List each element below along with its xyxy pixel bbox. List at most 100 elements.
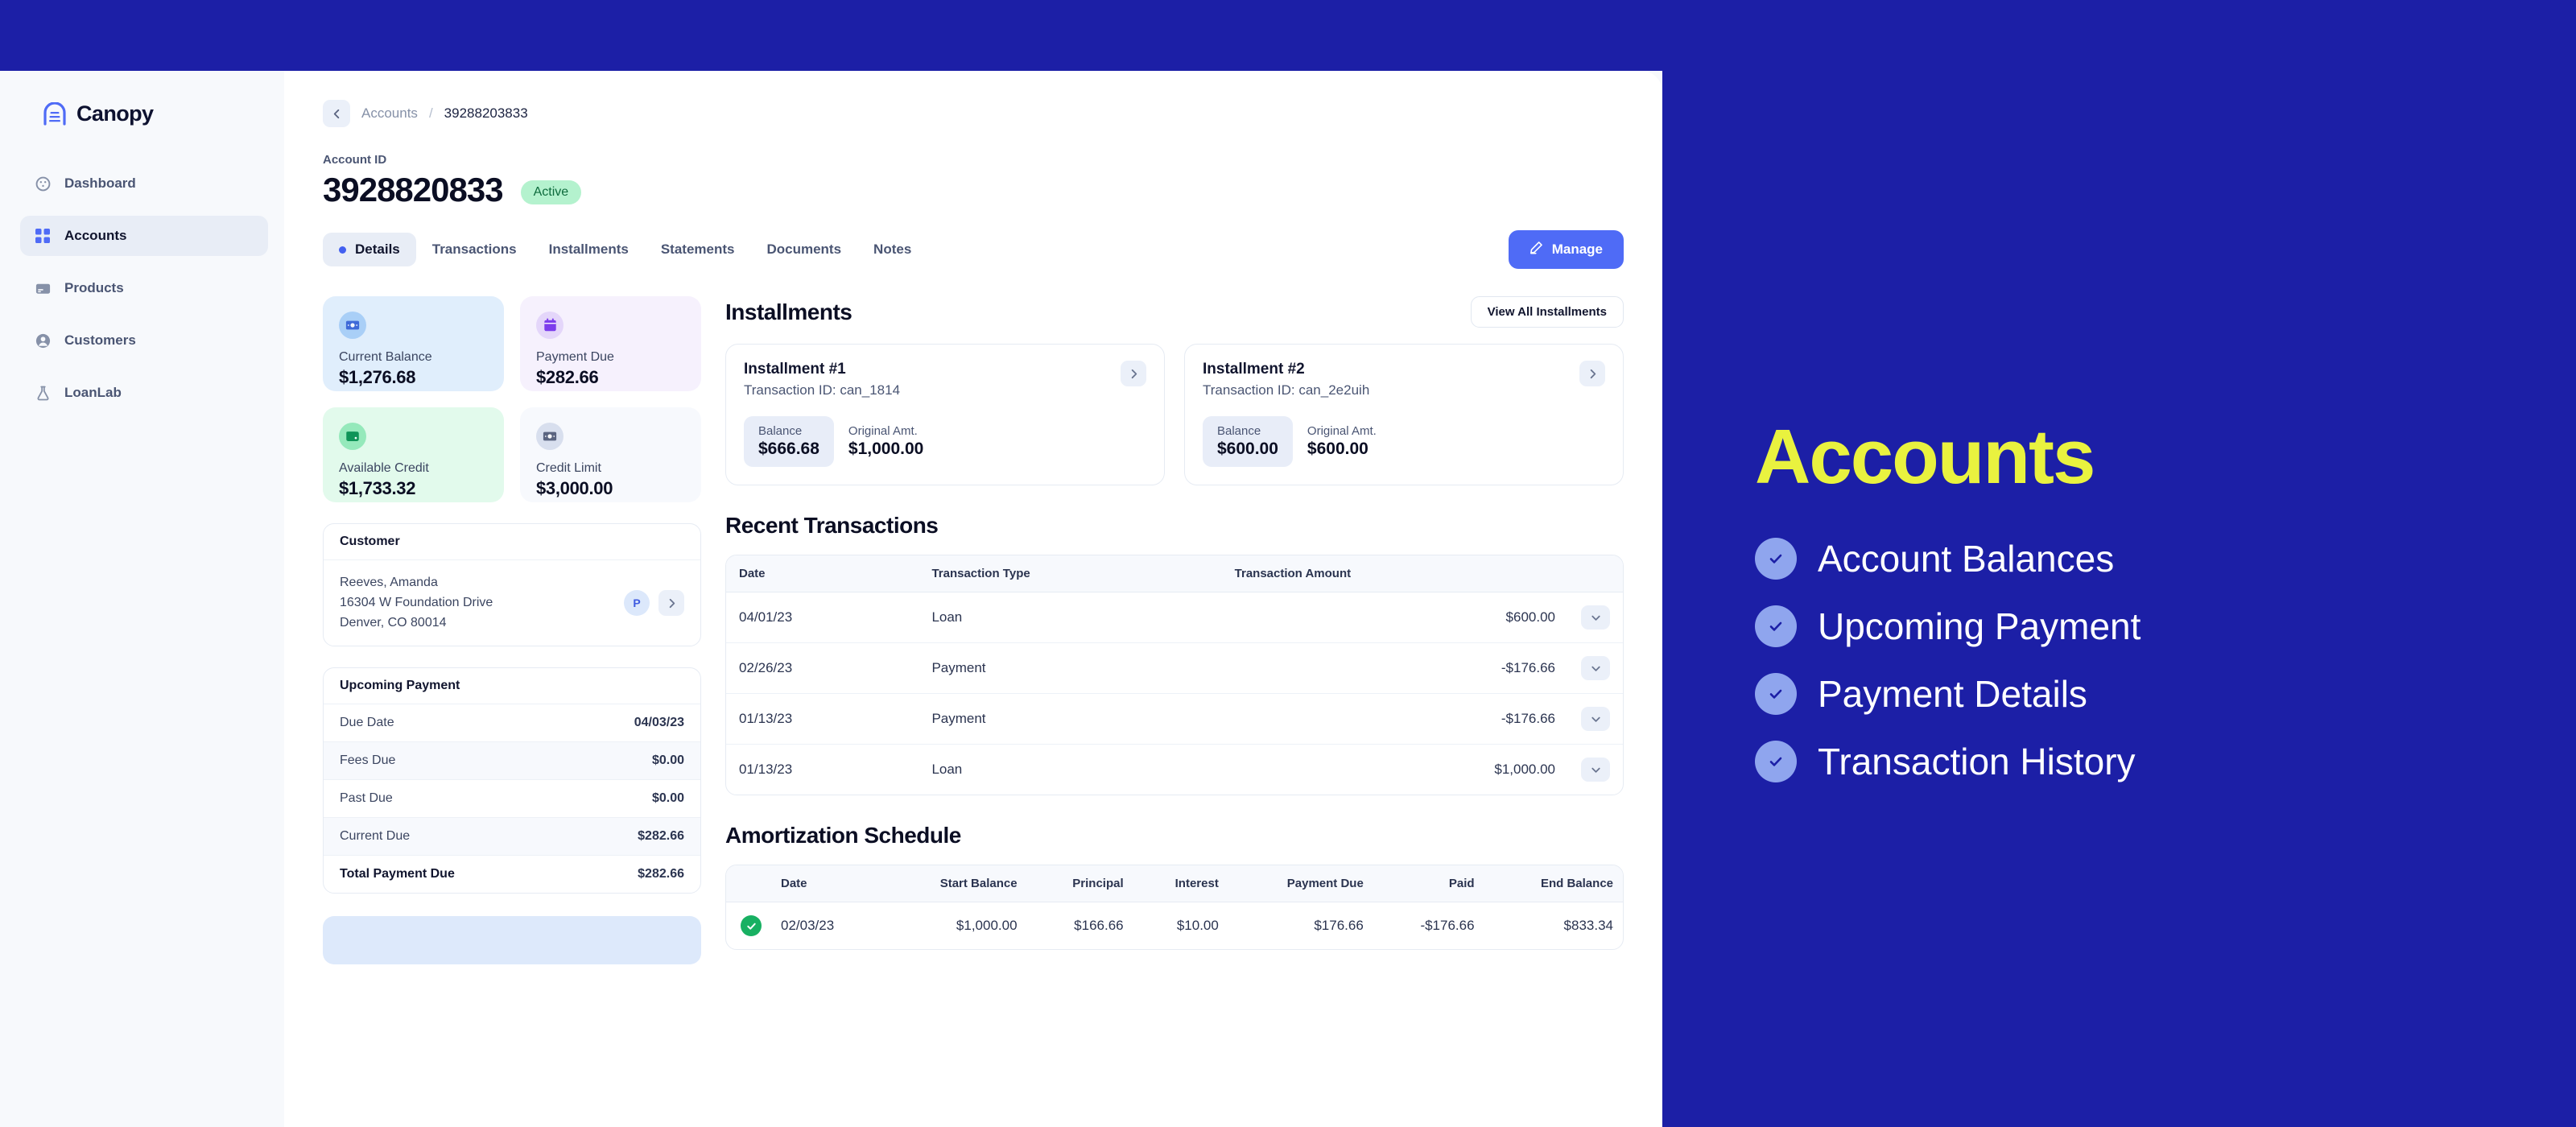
chevron-down-icon[interactable] <box>1581 656 1610 680</box>
column-header: Date <box>771 865 881 902</box>
amortization-table: Date Start Balance Principal Interest Paymen… <box>726 865 1623 949</box>
tab-notes[interactable]: Notes <box>857 233 927 266</box>
row-label: Total Payment Due <box>340 867 455 881</box>
right-column: Installments View All Installments Insta… <box>725 296 1624 964</box>
cell-transaction-amount: $600.00 <box>1221 592 1568 643</box>
chevron-down-icon[interactable] <box>1581 758 1610 782</box>
cell-date: 01/13/23 <box>739 762 793 777</box>
sidebar-item-customers[interactable]: Customers <box>20 320 268 361</box>
customer-type-badge[interactable]: P <box>624 590 650 617</box>
sidebar-nav: Dashboard Accounts Products Customers LoanLa… <box>16 163 268 413</box>
column-header-status <box>726 865 771 902</box>
sidebar-item-accounts[interactable]: Accounts <box>20 216 268 256</box>
promo-feature-item: Upcoming Payment <box>1755 605 2576 647</box>
column-header: Transaction Type <box>919 555 1222 592</box>
installment-card-text: Installment #1 Transaction ID: can_1814 <box>744 361 900 398</box>
upcoming-payment-row: Total Payment Due $282.66 <box>324 856 700 893</box>
customer-card: Customer Reeves, Amanda 16304 W Foundati… <box>323 523 701 647</box>
column-header-actions <box>1568 555 1623 592</box>
cell-actions <box>1568 592 1623 643</box>
table-row: 01/13/23 Payment -$176.66 <box>726 693 1623 745</box>
upcoming-payment-card: Upcoming Payment Due Date 04/03/23 Fees Du… <box>323 667 701 894</box>
bottom-highlight-card <box>323 916 701 965</box>
installment-card[interactable]: Installment #1 Transaction ID: can_1814 Ba… <box>725 344 1165 485</box>
cell-start-balance: $1,000.00 <box>956 918 1018 933</box>
tab-details[interactable]: Details <box>323 233 416 266</box>
chevron-down-icon[interactable] <box>1581 707 1610 731</box>
chevron-right-icon[interactable] <box>1121 361 1146 386</box>
check-circle-icon <box>1755 538 1797 580</box>
sidebar-item-loanlab[interactable]: LoanLab <box>20 373 268 413</box>
back-button[interactable] <box>323 100 350 127</box>
upcoming-payment-row: Current Due $282.66 <box>324 818 700 857</box>
column-header: End Balance <box>1484 865 1623 902</box>
stat-value: $282.66 <box>536 367 599 387</box>
promo-feature-item: Account Balances <box>1755 538 2576 580</box>
cell-transaction-amount: -$176.66 <box>1221 693 1568 745</box>
chevron-right-icon[interactable] <box>1579 361 1605 386</box>
promo-panel: Accounts Account Balances Upcoming Paymen… <box>1662 0 2576 1127</box>
stat-card-available-credit: Available Credit $1,733.32 <box>323 407 504 502</box>
table-body: 02/03/23 $1,000.00 $166.66 $10.00 $176.66 -$1… <box>726 902 1623 950</box>
customer-details: Reeves, Amanda 16304 W Foundation Drive … <box>340 573 624 633</box>
cell-actions <box>1568 745 1623 795</box>
table-row: 02/03/23 $1,000.00 $166.66 $10.00 $176.66 -$1… <box>726 902 1623 950</box>
tab-installments[interactable]: Installments <box>533 233 645 266</box>
cell-paid-status <box>726 902 771 950</box>
account-id-row: 3928820833 Active <box>323 171 1624 209</box>
table-header-row: Date Start Balance Principal Interest Paymen… <box>726 865 1623 902</box>
column-header: Transaction Amount <box>1221 555 1568 592</box>
promo-feature-label: Payment Details <box>1818 672 2087 715</box>
column-header: Interest <box>1133 865 1228 902</box>
check-circle-icon <box>1755 741 1797 782</box>
amortization-header: Amortization Schedule <box>725 823 1624 848</box>
left-column: Current Balance $1,276.68 Payment Due $282.… <box>323 296 701 965</box>
installment-amounts: Balance $666.68 Original Amt. $1,000.00 <box>744 416 1146 467</box>
installment-original-label: Original Amt. <box>848 424 918 438</box>
installment-card-top: Installment #1 Transaction ID: can_1814 <box>744 361 1146 398</box>
cell-transaction-type: Loan <box>919 592 1222 643</box>
stat-value: $3,000.00 <box>536 478 613 498</box>
row-value: 04/03/23 <box>634 716 684 730</box>
manage-button[interactable]: Manage <box>1508 230 1624 269</box>
installment-balance-value: $666.68 <box>758 440 819 458</box>
customer-actions: P <box>624 590 684 617</box>
stat-value: $1,276.68 <box>339 367 416 387</box>
promo-feature-label: Account Balances <box>1818 537 2115 580</box>
stat-label: Payment Due <box>536 350 614 364</box>
cell-actions <box>1568 642 1623 694</box>
check-icon <box>741 915 762 936</box>
canopy-logo-icon <box>43 101 67 126</box>
stat-card-grid: Current Balance $1,276.68 Payment Due $282.… <box>323 296 701 502</box>
user-icon <box>34 332 52 349</box>
installment-original-value: $600.00 <box>1307 440 1368 458</box>
tab-documents[interactable]: Documents <box>750 233 857 266</box>
amortization-title: Amortization Schedule <box>725 823 961 848</box>
customer-address-line2: Denver, CO 80014 <box>340 615 447 630</box>
app-logo[interactable]: Canopy <box>16 71 268 163</box>
pencil-icon <box>1530 241 1543 258</box>
view-all-installments-button[interactable]: View All Installments <box>1470 296 1624 328</box>
cell-transaction-type: Payment <box>919 693 1222 745</box>
tab-transactions[interactable]: Transactions <box>416 233 533 266</box>
promo-feature-item: Payment Details <box>1755 673 2576 715</box>
installment-balance-label: Balance <box>1217 424 1261 438</box>
table-row: 04/01/23 Loan $600.00 <box>726 592 1623 643</box>
stat-card-credit-limit: Credit Limit $3,000.00 <box>520 407 701 502</box>
customer-card-body: Reeves, Amanda 16304 W Foundation Drive … <box>324 560 700 646</box>
upcoming-payment-title: Upcoming Payment <box>324 668 700 705</box>
tab-statements[interactable]: Statements <box>645 233 751 266</box>
installment-card[interactable]: Installment #2 Transaction ID: can_2e2uih… <box>1184 344 1624 485</box>
tabs-host: Details Transactions Installments Statement… <box>323 233 927 266</box>
amortization-table-wrap: Date Start Balance Principal Interest Paymen… <box>725 865 1624 950</box>
row-value: $0.00 <box>651 753 684 768</box>
sidebar-item-dashboard[interactable]: Dashboard <box>20 163 268 204</box>
chevron-down-icon[interactable] <box>1581 605 1610 630</box>
calendar-icon <box>536 312 564 339</box>
cell-date: 04/01/23 <box>726 592 919 643</box>
sidebar-item-products[interactable]: Products <box>20 268 268 308</box>
installment-card-text: Installment #2 Transaction ID: can_2e2uih <box>1203 361 1369 398</box>
breadcrumb-parent[interactable]: Accounts <box>361 105 418 122</box>
cell-transaction-type: Loan <box>931 762 963 777</box>
chevron-right-icon[interactable] <box>658 590 684 617</box>
